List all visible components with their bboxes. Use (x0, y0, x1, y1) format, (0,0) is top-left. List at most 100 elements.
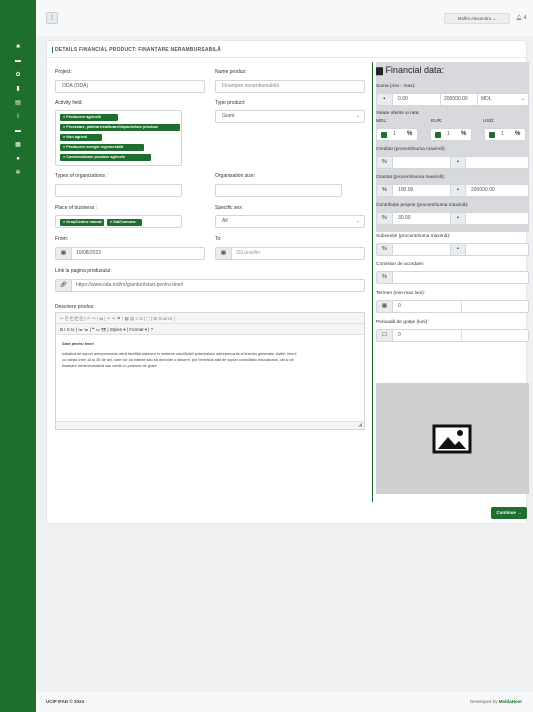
menu-toggle-button[interactable]: ⋮ (46, 12, 58, 24)
chart-icon[interactable]: ⌇ (14, 114, 22, 120)
activity-tag[interactable]: × Producere energie regenerabilă (60, 144, 144, 151)
grid-icon: ⋮ (49, 15, 55, 21)
termen-input-group[interactable]: ▦ 0 (376, 300, 529, 313)
eur-rate-group[interactable]: 1 % (430, 128, 472, 141)
currency-select[interactable]: MDL ⌄ (477, 94, 529, 105)
description-label: Descriere produs: (55, 304, 95, 310)
usd-checkbox[interactable] (489, 132, 495, 138)
calendar-icon: ▦ (216, 248, 232, 259)
project-select[interactable]: ODA (ODA) (55, 80, 205, 93)
currency-value: MDL (481, 96, 492, 102)
mdl-rate-group[interactable]: 1 % (376, 128, 418, 141)
perioada-min-value: 0 (398, 332, 401, 338)
footer-credit-prefix: Developed by (470, 699, 499, 704)
chat-icon[interactable]: ● (14, 156, 22, 162)
financial-title: ▆ Financial data: (376, 65, 444, 76)
people-icon[interactable]: ✿ (14, 72, 22, 78)
box-icon[interactable]: ▬ (14, 58, 22, 64)
valute-label: Valute oferite și rata: (376, 111, 420, 116)
divider (47, 57, 526, 58)
from-date-value: 10/08/2022 (76, 250, 102, 256)
user-menu-button[interactable]: Moffei Alexandru ⌄ (444, 13, 510, 24)
link-input[interactable]: 🔗︎ https://www.oda.md/ro/granturi/start-… (55, 279, 365, 292)
image-placeholder[interactable] (376, 383, 529, 494)
activity-tag-label: Non agricol (66, 135, 88, 139)
description-editor[interactable]: ✂ ⎘ ⎗ ⎗ ⎗ | ↶ ↷ | ⇆ | ⚭ ⚭ ⚑ | ▦ ▤ ≡ Ω | … (55, 312, 365, 430)
sum-label: Suma (min - max): (376, 84, 416, 89)
product-name-input[interactable]: Finanțare nerambursabilă (215, 80, 365, 93)
activity-tag[interactable]: × Comercializare produse agricole (60, 154, 151, 161)
org-size-input[interactable] (215, 184, 342, 197)
type-product-select[interactable]: Grant ⌄ (215, 110, 365, 123)
termen-label: Termen (min-max luni): (376, 291, 426, 296)
footer-copyright: UCIP IFAD © 2024 (46, 699, 84, 704)
resize-handle-icon[interactable]: ◢ (358, 422, 362, 428)
contrib-input-group[interactable]: % 30.00 ▪ (376, 212, 529, 225)
sum-min-value: 0.00 (398, 96, 408, 102)
editor-toolbar-row1[interactable]: ✂ ⎘ ⎗ ⎗ ⎗ | ↶ ↷ | ⇆ | ⚭ ⚭ ⚑ | ▦ ▤ ≡ Ω | … (56, 313, 364, 324)
topbar: ⋮ Moffei Alexandru ⌄ 🔔︎ 4 (36, 0, 533, 36)
calendar-icon[interactable]: ▦ (14, 142, 22, 148)
editor-content[interactable]: Start pentru tineri Inițiativa de suport… (62, 341, 358, 369)
perioada-max-input[interactable] (461, 330, 462, 341)
activity-tag[interactable]: × Producere agricolă (60, 114, 118, 121)
to-date-input[interactable]: ▦ Zi/Luna/An (215, 247, 365, 260)
activity-tag[interactable]: × Non agricol (60, 134, 102, 141)
bell-icon: 🔔︎ (516, 15, 523, 21)
money-icon: ▪ (450, 185, 466, 196)
termen-min-value: 0 (398, 303, 401, 309)
activity-tag[interactable]: × Procesare, păstrare/calibrare/împachet… (60, 124, 180, 131)
types-orgs-input[interactable] (55, 184, 182, 197)
types-orgs-label: Types of organizations : (55, 173, 108, 179)
sum-input-group[interactable]: ▪ 0.00 200000.00 MDL ⌄ (376, 93, 529, 106)
settings-icon[interactable]: ✲ (14, 170, 22, 176)
org-size-label: Organisation size: (215, 173, 256, 179)
place-tag[interactable]: × Sat/Comuna (107, 219, 142, 226)
financial-title-text: Financial data: (385, 65, 444, 75)
product-card: DETAILS FINANCIAL PRODUCT: FINANȚARE NER… (46, 40, 529, 524)
subventie-input-group[interactable]: % ▪ (376, 243, 529, 256)
perioada-input-group[interactable]: ☐ 0 (376, 329, 529, 342)
place-business-select[interactable]: × Oraș/Centru raional × Sat/Comuna (55, 215, 182, 228)
editor-toolbar-row2[interactable]: B I S Ix | ≔ ≔ | ❝ ▭ ¶¶ | Styles ▾ | For… (56, 324, 364, 335)
column-divider (372, 62, 373, 502)
percent-icon: % (377, 272, 393, 283)
folder-icon[interactable]: ▬ (14, 128, 22, 134)
editor-statusbar: ◢ (56, 421, 364, 429)
credit-input-group[interactable]: % ▪ (376, 156, 529, 169)
mdl-checkbox[interactable] (381, 132, 387, 138)
activity-field-select[interactable]: × Producere agricolă × Procesare, păstra… (55, 110, 182, 166)
percent-icon: % (377, 244, 393, 255)
notifications-button[interactable]: 🔔︎ 4 (516, 13, 530, 24)
type-product-value: Grant (222, 113, 235, 119)
specific-sex-value: All (222, 218, 228, 224)
grant-input-group[interactable]: % 100.00 ▪ 200000.00 (376, 184, 529, 197)
eur-checkbox[interactable] (435, 132, 441, 138)
continue-button[interactable]: Continue → (491, 507, 527, 519)
activity-tag-label: Producere agricolă (66, 115, 101, 119)
link-icon: 🔗︎ (56, 280, 72, 291)
footer-brand-link[interactable]: MoldaHost (499, 699, 522, 704)
project-label: Project: (55, 69, 72, 75)
specific-sex-select[interactable]: All ⌄ (215, 215, 365, 228)
sidebar: ■ ▬ ✿ ▮ ▤ ⌇ ▬ ▦ ● ✲ (0, 0, 36, 712)
grant-pct-value: 100.00 (398, 187, 414, 193)
percent-icon: % (515, 131, 521, 137)
specific-sex-label: Specific sex: (215, 205, 244, 211)
sum-max-value: 200000.00 (440, 94, 468, 105)
subventie-label: Subvenție (procent/suma maximă): (376, 234, 451, 239)
document-icon[interactable]: ▮ (14, 86, 22, 92)
percent-icon: % (377, 157, 393, 168)
contrib-label: Contribuție proprie (procent/suma maximă… (376, 203, 469, 208)
mdl-rate-value: 1 (393, 131, 396, 137)
usd-rate-group[interactable]: 1 % (484, 128, 526, 141)
home-icon[interactable]: ■ (14, 44, 22, 50)
comision-input-group[interactable]: % (376, 271, 529, 284)
percent-icon: % (377, 213, 393, 224)
place-tag[interactable]: × Oraș/Centru raional (60, 219, 104, 226)
from-date-input[interactable]: ▦ 10/08/2022 (55, 247, 205, 260)
money-icon: ▆ (376, 65, 383, 75)
termen-max-input[interactable] (461, 301, 462, 312)
list-icon[interactable]: ▤ (14, 100, 22, 106)
footer-credit: Developed by MoldaHost (470, 699, 522, 704)
